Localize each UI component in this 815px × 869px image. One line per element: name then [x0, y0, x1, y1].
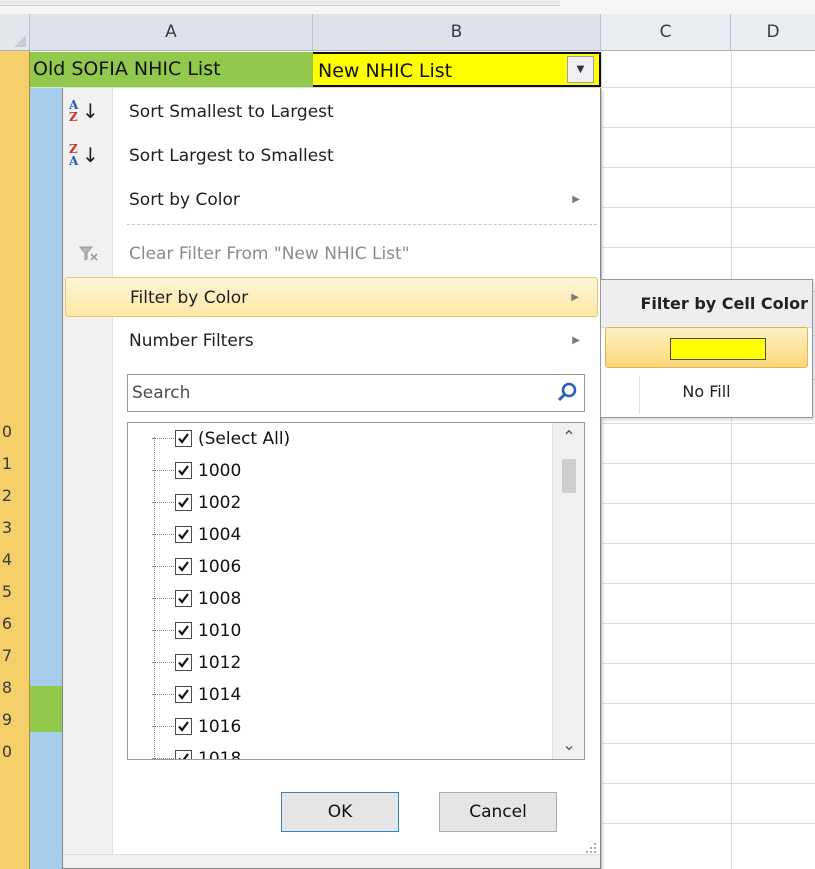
search-input[interactable] [130, 377, 540, 409]
search-box[interactable] [127, 374, 585, 412]
checklist-item-label: 1012 [198, 653, 242, 673]
sort-ascending-item[interactable]: A Z ↓ Sort Smallest to Largest [65, 92, 598, 132]
checkbox[interactable] [175, 622, 192, 639]
number-filters-label: Number Filters [129, 331, 254, 351]
row-number[interactable]: 6 [0, 614, 12, 633]
tree-tick [152, 630, 174, 631]
ok-button[interactable]: OK [281, 792, 399, 832]
tree-tick [152, 694, 174, 695]
filter-by-color-item[interactable]: Filter by Color ▶ [65, 277, 598, 317]
sort-descending-label: Sort Largest to Smallest [129, 146, 334, 166]
checklist-item-label: 1008 [198, 589, 242, 609]
checkbox[interactable] [175, 526, 192, 543]
blue-fill-cells [30, 88, 62, 869]
column-header-d[interactable]: D [731, 14, 815, 51]
value-checklist[interactable]: (Select All) 1000 1002 1004 1006 1008 1010 1012… [127, 422, 585, 760]
number-filters-item[interactable]: Number Filters ▶ [65, 321, 598, 361]
checkbox[interactable] [175, 462, 192, 479]
ribbon-edge [0, 0, 815, 14]
autofilter-dropdown-button[interactable]: ▼ [567, 56, 594, 83]
menu-separator [127, 224, 597, 225]
tree-tick [152, 534, 174, 535]
tree-tick [152, 566, 174, 567]
sort-ascending-label: Sort Smallest to Largest [129, 102, 334, 122]
scroll-up-icon[interactable]: ⌃ [553, 423, 584, 451]
autofilter-menu: A Z ↓ Sort Smallest to Largest Z A ↓ Sort La… [62, 88, 601, 869]
checklist-item-label: 1002 [198, 493, 242, 513]
resize-grip-icon[interactable] [584, 840, 598, 854]
checkbox[interactable] [175, 430, 192, 447]
checklist-item-label: 1014 [198, 685, 242, 705]
cell-a1[interactable]: Old SOFIA NHIC List [30, 52, 313, 87]
green-fill-cell [30, 686, 62, 732]
tree-tick [152, 502, 174, 503]
clear-filter-label: Clear Filter From "New NHIC List" [129, 244, 410, 264]
sort-descending-icon: Z A ↓ [69, 142, 99, 168]
row-number[interactable]: 3 [0, 518, 12, 537]
row-number[interactable]: 5 [0, 582, 12, 601]
cancel-button[interactable]: Cancel [439, 792, 557, 832]
tree-tick [152, 470, 174, 471]
checkbox[interactable] [175, 718, 192, 735]
tree-tick [152, 598, 174, 599]
clear-filter-item[interactable]: Clear Filter From "New NHIC List" [65, 234, 598, 274]
checkbox[interactable] [175, 494, 192, 511]
checklist-item-label: 1018 [198, 749, 242, 760]
sort-descending-item[interactable]: Z A ↓ Sort Largest to Smallest [65, 136, 598, 176]
dropdown-arrow-icon: ▼ [576, 64, 585, 75]
tree-tick [152, 726, 174, 727]
tree-tick [152, 662, 174, 663]
checkbox[interactable] [175, 750, 192, 759]
submenu-arrow-icon: ▶ [572, 335, 580, 346]
column-header-b[interactable]: B [313, 14, 601, 51]
checkbox[interactable] [175, 590, 192, 607]
no-fill-item[interactable]: No Fill [601, 372, 812, 412]
checklist-item-label: 1000 [198, 461, 242, 481]
checklist-item-label: 1004 [198, 525, 242, 545]
checkbox[interactable] [175, 558, 192, 575]
scroll-down-icon[interactable]: ⌄ [553, 731, 584, 759]
row-number[interactable]: 0 [0, 422, 12, 441]
submenu-arrow-icon: ▶ [571, 292, 579, 303]
sort-by-color-label: Sort by Color [129, 190, 240, 210]
submenu-arrow-icon: ▶ [572, 194, 580, 205]
menu-footer-bar [63, 854, 600, 868]
row-number[interactable]: 1 [0, 454, 12, 473]
sort-by-color-item[interactable]: Sort by Color ▶ [65, 180, 598, 220]
filter-by-color-submenu: Filter by Cell Color No Fill [600, 279, 813, 418]
row-number[interactable]: 4 [0, 550, 12, 569]
checklist-item-label: (Select All) [198, 429, 291, 449]
color-swatch-item[interactable] [605, 327, 808, 368]
tree-tick [152, 758, 174, 759]
tree-tick [152, 438, 174, 439]
row-number[interactable]: 9 [0, 710, 12, 729]
checklist-item-label: 1006 [198, 557, 242, 577]
row-number[interactable]: 8 [0, 678, 12, 697]
column-header-a[interactable]: A [30, 14, 313, 51]
row-number[interactable]: 0 [0, 742, 12, 761]
checklist-item-label: 1010 [198, 621, 242, 641]
grid-line [731, 51, 732, 869]
ribbon-cutoff [0, 0, 560, 6]
cell-b1[interactable]: New NHIC List [313, 52, 601, 87]
scroll-thumb[interactable] [562, 459, 576, 493]
submenu-title: Filter by Cell Color [601, 280, 812, 328]
sort-ascending-icon: A Z ↓ [69, 98, 99, 124]
filter-by-color-label: Filter by Color [130, 288, 249, 308]
yellow-color-swatch [670, 338, 766, 360]
select-all-corner[interactable] [0, 14, 30, 51]
column-header-c[interactable]: C [601, 14, 731, 51]
row-number[interactable]: 7 [0, 646, 12, 665]
grid-line [601, 51, 602, 869]
row-number[interactable]: 2 [0, 486, 12, 505]
vertical-scrollbar[interactable]: ⌃ ⌄ [552, 423, 584, 759]
checkbox[interactable] [175, 686, 192, 703]
checkbox[interactable] [175, 654, 192, 671]
search-icon[interactable] [554, 380, 580, 406]
checklist-item-label: 1016 [198, 717, 242, 737]
